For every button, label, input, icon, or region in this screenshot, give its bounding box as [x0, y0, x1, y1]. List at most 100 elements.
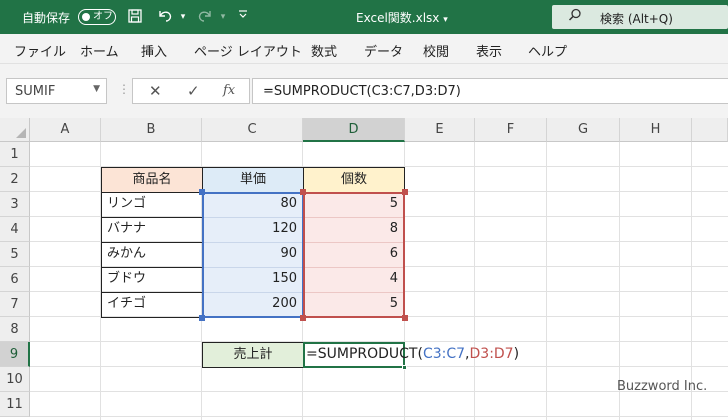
- row-header-2[interactable]: 2: [0, 167, 30, 192]
- gridline: [474, 142, 475, 420]
- name-box-value: SUMIF: [15, 84, 56, 99]
- redo-dropdown-icon[interactable]: ▾: [214, 8, 232, 26]
- toggle-knob: [82, 13, 90, 21]
- formula-input[interactable]: =SUMPRODUCT(C3:C7,D3:D7): [252, 78, 728, 104]
- quantity-cell[interactable]: 5: [305, 192, 403, 217]
- header-quantity[interactable]: 個数: [303, 167, 405, 193]
- file-name[interactable]: Excel関数.xlsx ▾: [356, 9, 448, 26]
- quantity-cell[interactable]: 8: [305, 217, 403, 242]
- search-box[interactable]: 検索 (Alt+Q): [552, 5, 728, 29]
- fill-handle[interactable]: [402, 365, 407, 370]
- price-cell[interactable]: 200: [204, 292, 302, 317]
- formula-buttons: ✕ ✓ fx: [132, 78, 250, 104]
- quantity-cell[interactable]: 6: [305, 242, 403, 267]
- undo-icon[interactable]: [156, 8, 174, 26]
- table-row-border: [204, 242, 302, 243]
- row-header-5[interactable]: 5: [0, 242, 30, 267]
- range-handle[interactable]: [402, 189, 408, 195]
- product-name-cell[interactable]: みかん: [102, 242, 202, 267]
- column-header-f[interactable]: F: [475, 118, 547, 142]
- column-header-c[interactable]: C: [202, 118, 303, 142]
- product-name-cell[interactable]: イチゴ: [102, 292, 202, 317]
- select-all-button[interactable]: [0, 118, 30, 142]
- tab-help[interactable]: ヘルプ: [528, 41, 567, 60]
- range-handle[interactable]: [199, 315, 205, 321]
- range-handle[interactable]: [300, 189, 306, 195]
- tab-review[interactable]: 校閲: [423, 41, 449, 60]
- autosave-state: オフ: [93, 11, 113, 22]
- enter-icon[interactable]: ✓: [187, 82, 200, 100]
- gridline: [546, 142, 547, 420]
- row-header-4[interactable]: 4: [0, 217, 30, 242]
- table-row-border: [101, 267, 203, 268]
- quantity-cell[interactable]: 5: [305, 292, 403, 317]
- search-placeholder: 検索 (Alt+Q): [600, 12, 673, 26]
- autosave-label: 自動保存: [22, 11, 71, 25]
- table-row-border: [101, 292, 203, 293]
- table-row-border: [101, 217, 203, 218]
- formula-ref-d3-d7: D3:D7: [469, 346, 514, 362]
- column-header-d[interactable]: D: [303, 118, 405, 142]
- header-unit-price[interactable]: 単価: [202, 167, 304, 193]
- formula-text: =SUMPRODUCT(C3:C7,D3:D7): [263, 84, 461, 99]
- tab-home[interactable]: ホーム: [80, 41, 119, 60]
- row-header-1[interactable]: 1: [0, 142, 30, 167]
- range-handle[interactable]: [300, 315, 306, 321]
- row-header-6[interactable]: 6: [0, 267, 30, 292]
- column-header-a[interactable]: A: [30, 118, 101, 142]
- name-box-dropdown-icon[interactable]: ▼: [93, 84, 100, 94]
- redo-icon[interactable]: [196, 8, 214, 26]
- tab-file[interactable]: ファイル: [14, 41, 66, 60]
- row-header-7[interactable]: 7: [0, 292, 30, 317]
- column-header-next[interactable]: [692, 118, 728, 142]
- name-box[interactable]: SUMIF ▼: [6, 78, 107, 104]
- tab-view[interactable]: 表示: [476, 41, 502, 60]
- select-all-triangle-icon: [16, 128, 26, 138]
- table-row-border: [101, 242, 203, 243]
- row-header-11[interactable]: 11: [0, 392, 30, 417]
- worksheet-grid: A B C D E F G H 1 2 3 4 5 6 7 8 9 10 11 …: [0, 118, 728, 420]
- column-header-b[interactable]: B: [101, 118, 202, 142]
- table-row-border: [204, 267, 302, 268]
- table-row-border: [305, 267, 403, 268]
- undo-dropdown-icon[interactable]: ▾: [174, 8, 192, 26]
- tab-insert[interactable]: 挿入: [141, 41, 167, 60]
- row-header-3[interactable]: 3: [0, 192, 30, 217]
- range-handle[interactable]: [199, 189, 205, 195]
- search-icon: [568, 8, 582, 26]
- formula-bar: SUMIF ▼ ⋮ ✕ ✓ fx =SUMPRODUCT(C3:C7,D3:D7…: [0, 64, 728, 118]
- save-icon[interactable]: [126, 8, 144, 26]
- tab-data[interactable]: データ: [364, 41, 403, 60]
- table-row-border: [204, 292, 302, 293]
- customize-toolbar-icon[interactable]: [234, 8, 252, 26]
- table-row-border: [204, 217, 302, 218]
- price-cell[interactable]: 80: [204, 192, 302, 217]
- formula-ref-c3-c7: C3:C7: [422, 346, 466, 362]
- product-name-cell[interactable]: ブドウ: [102, 267, 202, 292]
- column-header-h[interactable]: H: [620, 118, 692, 142]
- column-header-e[interactable]: E: [405, 118, 475, 142]
- cancel-icon[interactable]: ✕: [149, 82, 162, 100]
- autosave-toggle[interactable]: オフ: [78, 9, 116, 25]
- product-name-cell[interactable]: リンゴ: [102, 192, 202, 217]
- row-header-10[interactable]: 10: [0, 367, 30, 392]
- tab-formulas[interactable]: 数式: [311, 41, 337, 60]
- product-name-cell[interactable]: バナナ: [102, 217, 202, 242]
- insert-function-icon[interactable]: fx: [223, 83, 235, 98]
- header-product-name[interactable]: 商品名: [101, 167, 203, 193]
- row-header-9[interactable]: 9: [0, 342, 30, 367]
- table-row-border: [305, 217, 403, 218]
- tab-page-layout[interactable]: ページ レイアウト: [194, 41, 302, 60]
- formula-suffix: ): [513, 346, 520, 362]
- row-header-8[interactable]: 8: [0, 317, 30, 342]
- total-label-cell[interactable]: 売上計: [202, 342, 304, 368]
- quantity-cell[interactable]: 4: [305, 267, 403, 292]
- price-cell[interactable]: 150: [204, 267, 302, 292]
- file-name-arrow-icon: ▾: [443, 15, 448, 25]
- ribbon-tabs: ファイル ホーム 挿入 ページ レイアウト 数式 データ 校閲 表示 ヘルプ: [0, 34, 728, 64]
- column-header-g[interactable]: G: [547, 118, 620, 142]
- range-handle[interactable]: [402, 315, 408, 321]
- price-cell[interactable]: 120: [204, 217, 302, 242]
- price-cell[interactable]: 90: [204, 242, 302, 267]
- formula-bar-grip-icon[interactable]: ⋮: [118, 82, 130, 96]
